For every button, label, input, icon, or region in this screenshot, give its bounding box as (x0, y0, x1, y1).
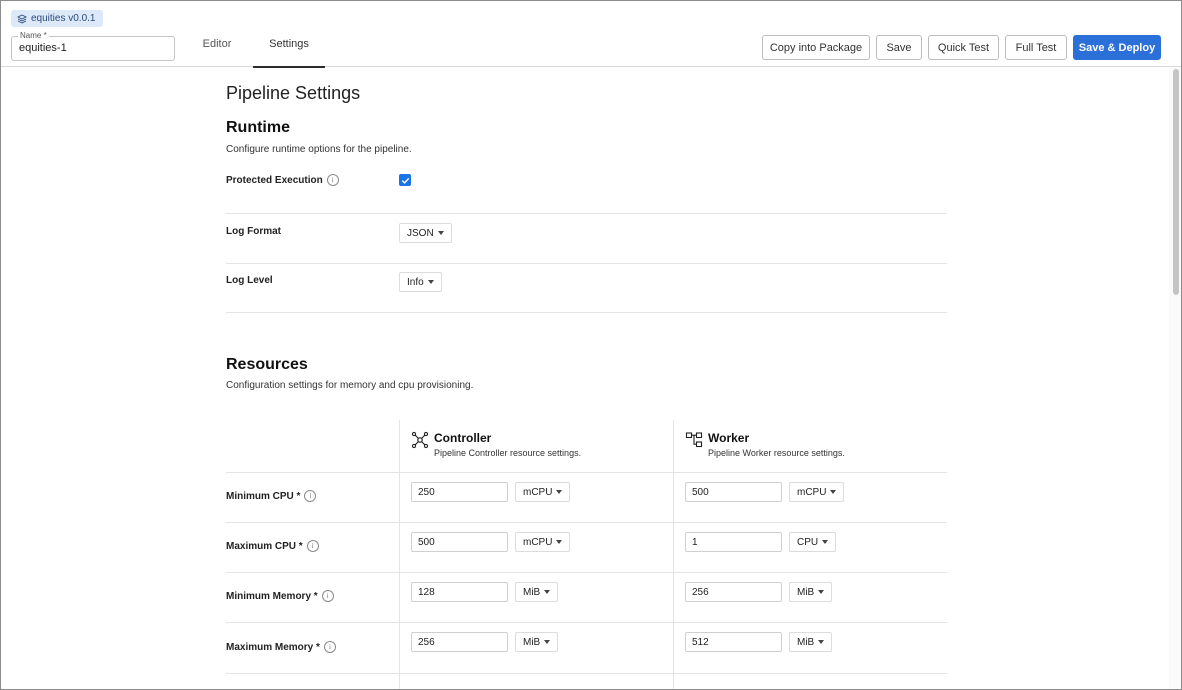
scrollbar-thumb[interactable] (1173, 69, 1179, 295)
package-badge-label: equities v0.0.1 (31, 13, 96, 24)
resource-row-label: Maximum Memory * i (226, 641, 336, 653)
chevron-down-icon (818, 640, 825, 644)
worker-max-cpu-input[interactable]: 1 (685, 532, 782, 552)
divider (226, 572, 947, 573)
package-badge[interactable]: equities v0.0.1 (11, 10, 103, 27)
copy-into-package-button[interactable]: Copy into Package (762, 35, 870, 60)
column-separator (399, 420, 400, 689)
protected-execution-checkbox[interactable] (399, 174, 411, 186)
worker-min-memory-unit-dropdown[interactable]: MiB (789, 582, 833, 602)
maximum-memory-label: Maximum Memory * (226, 641, 320, 653)
info-icon[interactable]: i (323, 641, 336, 653)
divider (226, 472, 947, 473)
controller-min-cpu-unit-dropdown[interactable]: mCPU (515, 482, 571, 502)
save-and-deploy-button[interactable]: Save & Deploy (1073, 35, 1161, 60)
worker-min-cpu-input[interactable]: 500 (685, 482, 782, 502)
unit-value: mCPU (797, 486, 827, 498)
protected-execution-text: Protected Execution (226, 174, 323, 186)
worker-subtitle: Pipeline Worker resource settings. (708, 448, 845, 458)
divider (226, 213, 947, 214)
runtime-section-title: Runtime (226, 119, 290, 136)
divider (226, 673, 947, 674)
resources-section-title: Resources (226, 356, 308, 373)
controller-max-memory-unit-dropdown[interactable]: MiB (515, 632, 559, 652)
checkmark-icon (401, 177, 409, 184)
save-button[interactable]: Save (876, 35, 922, 60)
log-format-label: Log Format (226, 226, 281, 237)
worker-min-cpu-unit-dropdown[interactable]: mCPU (789, 482, 845, 502)
layers-icon (17, 13, 27, 24)
chevron-down-icon (556, 490, 563, 494)
resource-row-label: Maximum CPU * i (226, 540, 319, 552)
unit-value: MiB (797, 636, 815, 648)
minimum-memory-label: Minimum Memory * (226, 590, 318, 602)
resources-section-description: Configuration settings for memory and cp… (226, 380, 474, 391)
unit-value: MiB (523, 636, 541, 648)
tab-settings[interactable]: Settings (253, 27, 325, 68)
info-icon[interactable]: i (321, 590, 334, 602)
controller-max-cpu-unit-dropdown[interactable]: mCPU (515, 532, 571, 552)
unit-value: MiB (797, 586, 815, 598)
page-title: Pipeline Settings (226, 83, 361, 103)
unit-value: MiB (523, 586, 541, 598)
info-icon[interactable]: i (306, 540, 319, 552)
divider (226, 522, 947, 523)
tab-editor[interactable]: Editor (191, 27, 243, 67)
worker-min-memory-input[interactable]: 256 (685, 582, 782, 602)
divider (226, 622, 947, 623)
app-window: equities v0.0.1 Name * Editor Settings C… (0, 0, 1182, 690)
column-separator (673, 420, 674, 689)
full-test-button[interactable]: Full Test (1005, 35, 1067, 60)
unit-value: mCPU (523, 486, 553, 498)
controller-min-cpu-input[interactable]: 250 (411, 482, 508, 502)
name-field-label: Name * (18, 31, 49, 40)
header-bar: equities v0.0.1 Name * Editor Settings C… (1, 1, 1181, 68)
chevron-down-icon (822, 540, 829, 544)
worker-max-memory-unit-dropdown[interactable]: MiB (789, 632, 833, 652)
worker-max-memory-input[interactable]: 512 (685, 632, 782, 652)
maximum-cpu-label: Maximum CPU * (226, 540, 303, 552)
controller-max-memory-input[interactable]: 256 (411, 632, 508, 652)
chevron-down-icon (544, 640, 551, 644)
minimum-cpu-label: Minimum CPU * (226, 490, 301, 502)
chevron-down-icon (544, 590, 551, 594)
chevron-down-icon (818, 590, 825, 594)
worker-max-cpu-unit-dropdown[interactable]: CPU (789, 532, 837, 552)
network-nodes-icon (411, 431, 429, 449)
divider (226, 263, 947, 264)
tab-editor-label: Editor (202, 38, 232, 50)
chevron-down-icon (427, 280, 434, 284)
controller-max-cpu-input[interactable]: 500 (411, 532, 508, 552)
chevron-down-icon (830, 490, 837, 494)
unit-value: mCPU (523, 536, 553, 548)
resource-row-label: Minimum Memory * i (226, 590, 334, 602)
controller-title: Controller (434, 431, 492, 445)
info-icon[interactable]: i (326, 174, 339, 186)
log-level-label: Log Level (226, 275, 273, 286)
divider (226, 312, 947, 313)
controller-min-memory-unit-dropdown[interactable]: MiB (515, 582, 559, 602)
unit-value: CPU (797, 536, 819, 548)
resource-row-label: Minimum CPU * i (226, 490, 317, 502)
settings-content: Pipeline Settings Runtime Configure runt… (1, 68, 1167, 689)
quick-test-button[interactable]: Quick Test (928, 35, 999, 60)
chevron-down-icon (556, 540, 563, 544)
protected-execution-label: Protected Execution i (226, 174, 339, 186)
name-input[interactable] (19, 42, 169, 54)
controller-min-memory-input[interactable]: 128 (411, 582, 508, 602)
log-level-dropdown[interactable]: Info (399, 272, 442, 292)
hierarchy-icon (685, 432, 703, 448)
name-field[interactable]: Name * (11, 31, 175, 61)
tab-settings-label: Settings (269, 38, 309, 50)
worker-title: Worker (708, 431, 750, 445)
info-icon[interactable]: i (304, 490, 317, 502)
log-format-dropdown[interactable]: JSON (399, 223, 452, 243)
log-format-value: JSON (407, 227, 434, 239)
runtime-section-description: Configure runtime options for the pipeli… (226, 144, 412, 155)
log-level-value: Info (407, 276, 424, 288)
controller-subtitle: Pipeline Controller resource settings. (434, 448, 582, 458)
chevron-down-icon (437, 231, 444, 235)
